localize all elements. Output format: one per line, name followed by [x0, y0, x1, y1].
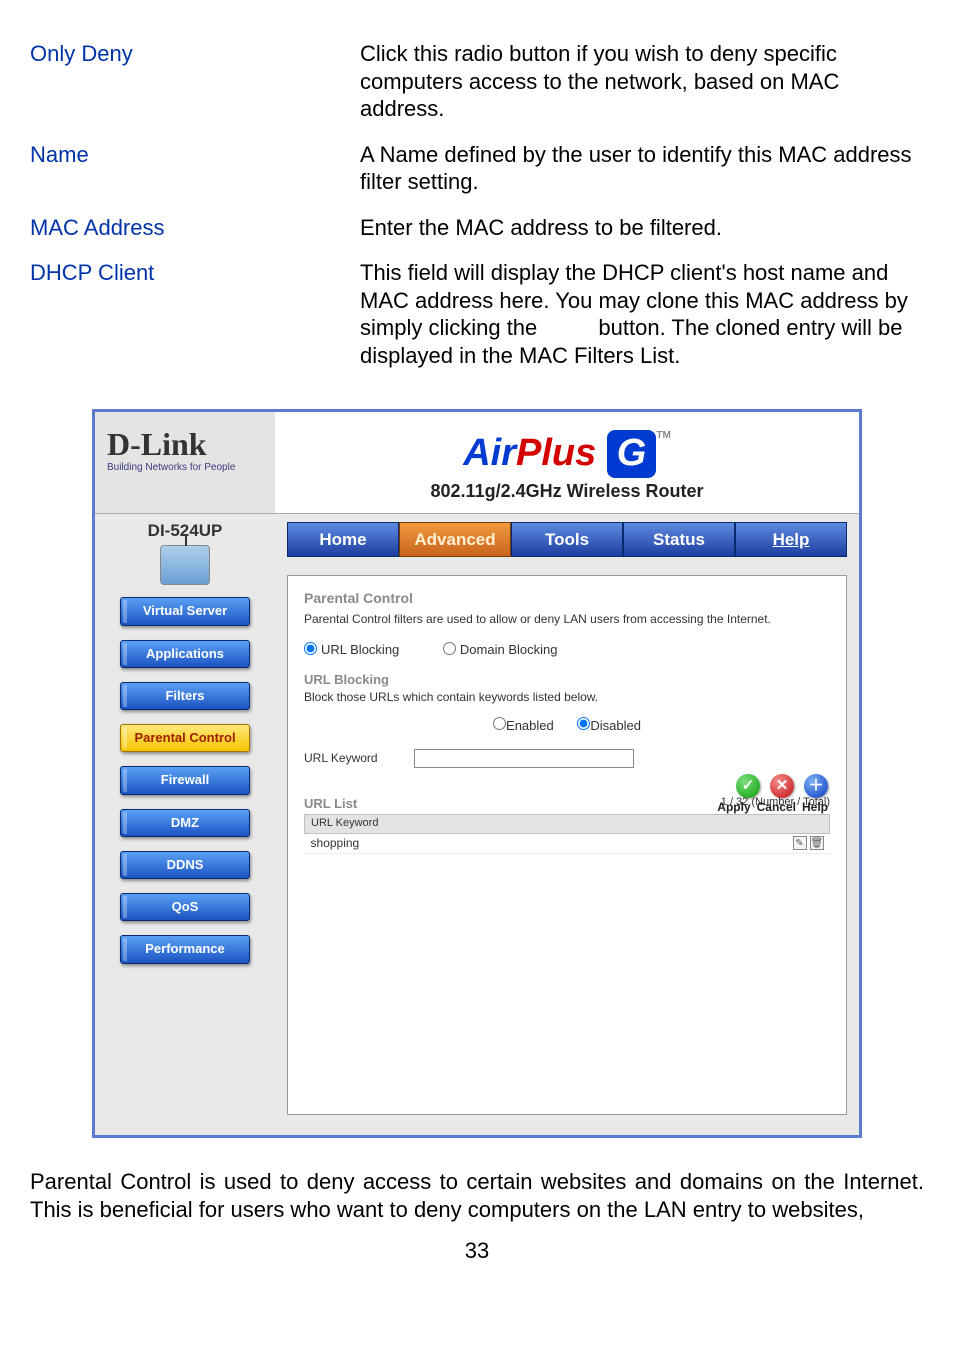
definition-row: DHCP Client This field will display the … [30, 259, 924, 369]
brand-logo: D-Link [107, 424, 275, 464]
brand-panel: D-Link Building Networks for People [95, 412, 275, 513]
definition-term: DHCP Client [30, 259, 360, 369]
sidebar-item-label: Virtual Server [143, 603, 227, 618]
radio-domain-blocking[interactable] [443, 642, 456, 655]
product-tm: TM [656, 430, 670, 441]
sidebar-item-label: QoS [172, 899, 199, 914]
mode-url-blocking[interactable]: URL Blocking [304, 642, 399, 657]
tab-status[interactable]: Status [623, 522, 735, 557]
product-subtitle: 802.11g/2.4GHz Wireless Router [275, 480, 859, 503]
mode-domain-blocking[interactable]: Domain Blocking [443, 642, 558, 657]
sidebar-item-label: DMZ [171, 815, 199, 830]
product-title: AirPlus GTM [275, 430, 859, 478]
blocking-mode-row: URL Blocking Domain Blocking [304, 641, 830, 658]
router-body: DI-524UP Virtual Server Applications Fil… [95, 514, 859, 1135]
cancel-icon[interactable]: ✕ [770, 774, 794, 798]
page-number: 33 [30, 1237, 924, 1265]
section-title: Parental Control [304, 590, 830, 608]
sidebar-item-label: Firewall [161, 772, 209, 787]
radio-label: Disabled [590, 718, 641, 733]
keyword-label: URL Keyword [304, 751, 414, 766]
sidebar-item-filters[interactable]: Filters [120, 682, 250, 710]
product-g: G [607, 430, 657, 478]
url-list-header: URL Keyword [305, 814, 830, 833]
definition-list: Only Deny Click this radio button if you… [30, 40, 924, 369]
product-panel: AirPlus GTM 802.11g/2.4GHz Wireless Rout… [275, 412, 859, 513]
definition-term: MAC Address [30, 214, 360, 242]
sidebar-item-label: Parental Control [134, 730, 235, 745]
sidebar-item-label: Applications [146, 646, 224, 661]
router-header: D-Link Building Networks for People AirP… [95, 412, 859, 514]
url-blocking-title: URL Blocking [304, 672, 830, 688]
enable-disabled[interactable]: Disabled [577, 718, 641, 733]
definition-desc: Enter the MAC address to be filtered. [360, 214, 924, 242]
enable-enabled[interactable]: Enabled [493, 718, 554, 733]
radio-label: Enabled [506, 718, 554, 733]
action-icons: ✓ ✕ ＋ Apply Cancel Help [717, 774, 828, 815]
url-list-table: URL Keyword shopping ✎ 🗑 [304, 814, 830, 854]
closing-paragraph: Parental Control is used to deny access … [30, 1168, 924, 1223]
sidebar-item-label: Performance [145, 941, 224, 956]
delete-icon[interactable]: 🗑 [810, 836, 824, 850]
definition-desc: A Name defined by the user to identify t… [360, 141, 924, 196]
cancel-label: Cancel [757, 800, 796, 815]
radio-enabled[interactable] [493, 717, 506, 730]
sidebar-item-label: Filters [165, 688, 204, 703]
sidebar-item-parental-control[interactable]: Parental Control [120, 724, 250, 752]
router-screenshot: D-Link Building Networks for People AirP… [92, 409, 862, 1138]
definition-desc: Click this radio button if you wish to d… [360, 40, 924, 123]
sidebar-item-label: DDNS [167, 857, 204, 872]
definition-row: MAC Address Enter the MAC address to be … [30, 214, 924, 242]
sidebar-item-ddns[interactable]: DDNS [120, 851, 250, 879]
radio-label: URL Blocking [321, 642, 399, 657]
table-row: shopping ✎ 🗑 [305, 833, 830, 853]
product-air: Air [463, 432, 516, 474]
radio-label: Domain Blocking [460, 642, 558, 657]
apply-icon[interactable]: ✓ [736, 774, 760, 798]
keyword-input[interactable] [414, 749, 634, 768]
definition-desc: This field will display the DHCP client'… [360, 259, 924, 369]
help-label: Help [802, 800, 828, 815]
product-plus: Plus [516, 432, 596, 474]
enable-row: Enabled Disabled [304, 717, 830, 734]
top-nav: Home Advanced Tools Status Help [287, 522, 847, 557]
url-blocking-sub: Block those URLs which contain keywords … [304, 690, 830, 705]
sidebar-item-qos[interactable]: QoS [120, 893, 250, 921]
url-list-title: URL List [304, 796, 357, 811]
main-area: Home Advanced Tools Status Help Parental… [275, 514, 859, 1135]
router-device-icon [160, 545, 210, 585]
definition-row: Only Deny Click this radio button if you… [30, 40, 924, 123]
radio-url-blocking[interactable] [304, 642, 317, 655]
definition-term: Name [30, 141, 360, 196]
edit-icon[interactable]: ✎ [793, 836, 807, 850]
definition-row: Name A Name defined by the user to ident… [30, 141, 924, 196]
sidebar-item-applications[interactable]: Applications [120, 640, 250, 668]
keyword-row: URL Keyword [304, 749, 830, 768]
tab-help[interactable]: Help [735, 522, 847, 557]
sidebar-item-firewall[interactable]: Firewall [120, 766, 250, 794]
section-subtitle: Parental Control filters are used to all… [304, 612, 830, 627]
radio-disabled[interactable] [577, 717, 590, 730]
sidebar-item-performance[interactable]: Performance [120, 935, 250, 963]
brand-tagline: Building Networks for People [107, 462, 275, 475]
definition-term: Only Deny [30, 40, 360, 123]
url-keyword-cell: shopping [311, 836, 360, 850]
sidebar: DI-524UP Virtual Server Applications Fil… [95, 514, 275, 1135]
help-icon[interactable]: ＋ [804, 774, 828, 798]
content-card: Parental Control Parental Control filter… [287, 575, 847, 1115]
sidebar-item-virtual-server[interactable]: Virtual Server [120, 597, 250, 625]
sidebar-item-dmz[interactable]: DMZ [120, 809, 250, 837]
tab-home[interactable]: Home [287, 522, 399, 557]
tab-tools[interactable]: Tools [511, 522, 623, 557]
tab-advanced[interactable]: Advanced [399, 522, 511, 557]
apply-label: Apply [717, 800, 750, 815]
